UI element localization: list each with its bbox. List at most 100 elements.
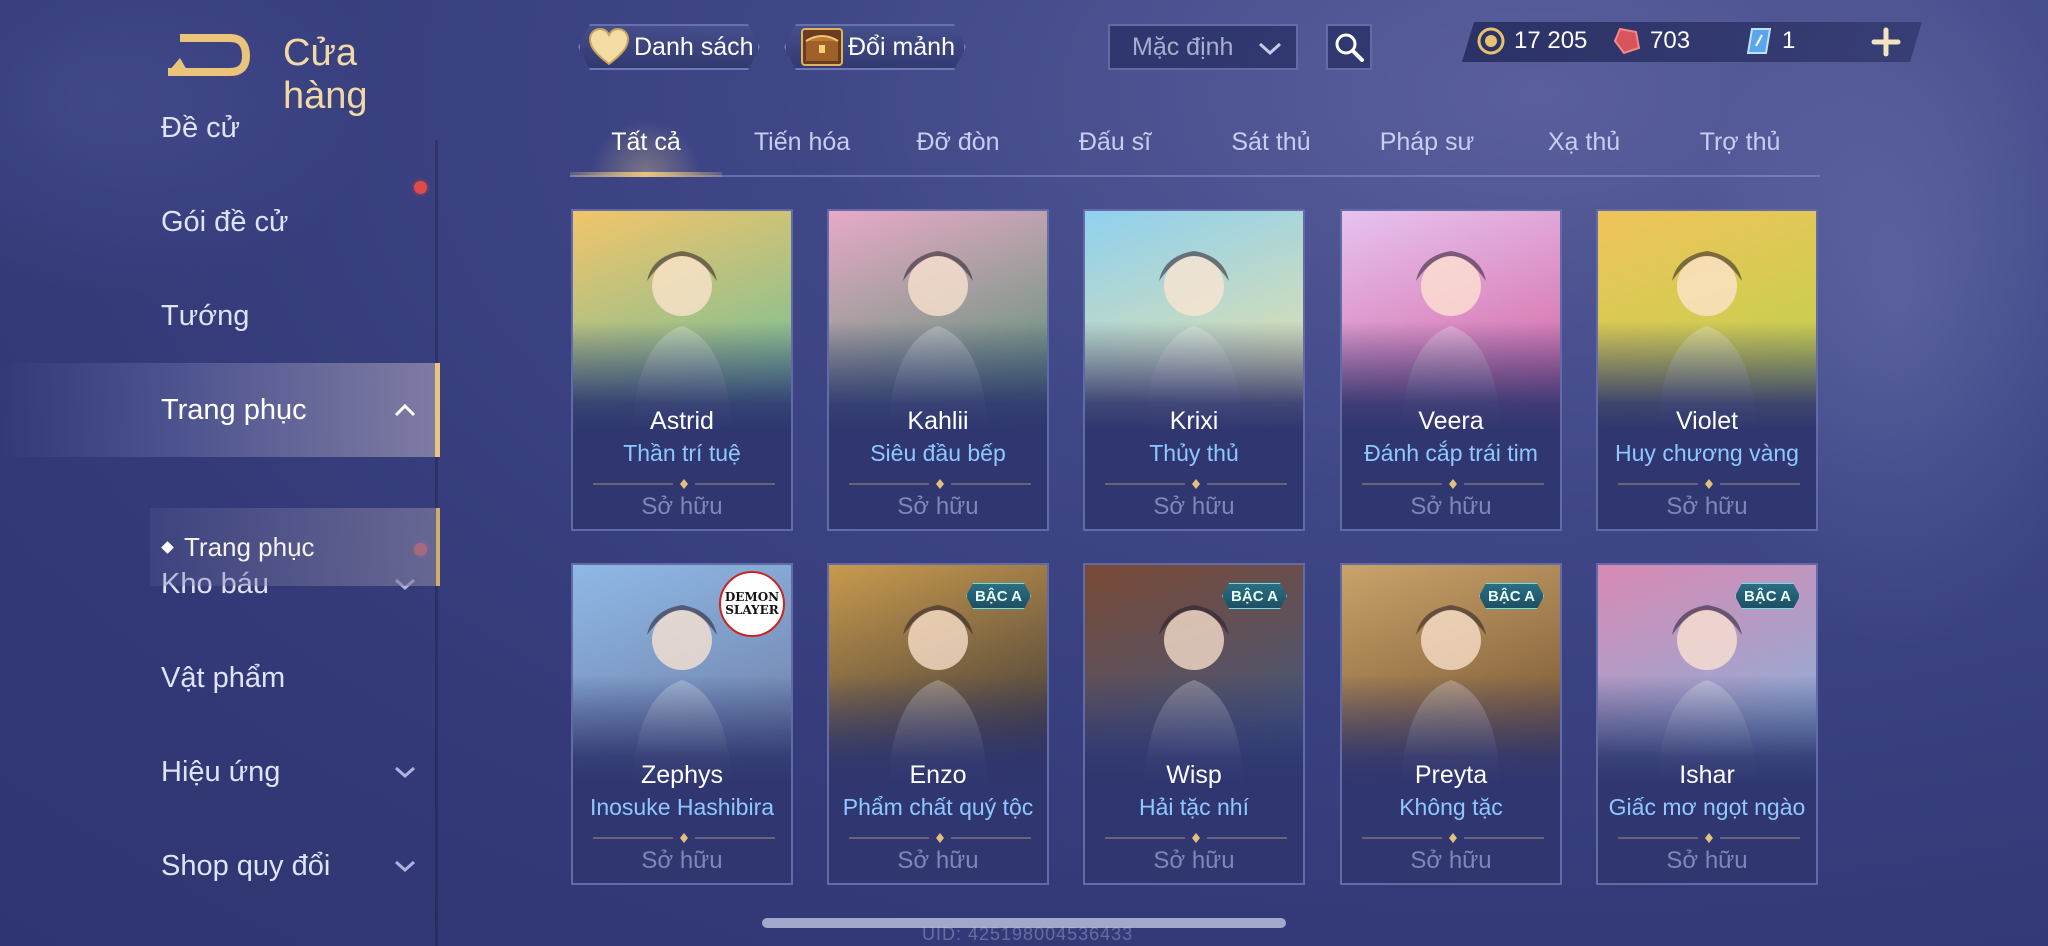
chevron-down-icon (395, 860, 415, 873)
hero-name: Violet (1675, 407, 1739, 435)
skin-card[interactable]: Kahlii Siêu đầu bếp Sở hữu (827, 209, 1049, 531)
tab-2[interactable]: Đỡ đòn (883, 128, 1033, 178)
sort-value: Mặc định (1132, 32, 1234, 61)
ownership-status: Sở hữu (1153, 493, 1235, 520)
exchange-shards-button[interactable]: Đổi mảnh (784, 24, 966, 70)
hero-name: Zephys (641, 761, 723, 789)
skin-name: Hải tặc nhí (1139, 794, 1249, 820)
hero-name: Enzo (909, 761, 967, 789)
tier-badge: BẬC A (1735, 583, 1800, 609)
sidebar-item-label: Tướng (161, 299, 250, 332)
heart-icon (588, 28, 630, 66)
hero-name: Preyta (1414, 761, 1488, 789)
sidebar-item-5[interactable]: Vật phẩm (0, 631, 440, 725)
tier-badge: BẬC A (966, 583, 1031, 609)
voucher-amount: 703 (1650, 27, 1691, 54)
ownership-status: Sở hữu (1666, 493, 1748, 520)
skin-name: Siêu đầu bếp (870, 440, 1006, 466)
ticket-amount: 1 (1782, 27, 1796, 54)
ownership-status: Sở hữu (897, 493, 979, 520)
sidebar-subitem-trang-phuc[interactable]: Trang phục (150, 508, 440, 586)
gold-amount: 17 205 (1514, 27, 1588, 54)
tier-badge: BẬC A (1479, 583, 1544, 609)
hero-name: Krixi (1169, 407, 1219, 435)
ownership-status: Sở hữu (897, 847, 979, 874)
divider-ornament-icon (849, 833, 1031, 843)
divider-ornament-icon (593, 479, 775, 489)
search-icon (1335, 33, 1364, 62)
tab-4[interactable]: Sát thủ (1196, 128, 1346, 178)
sidebar-item-label: Đề cử (161, 111, 241, 144)
skin-card[interactable]: BẬC A Enzo Phẩm chất quý tộc Sở hữu (827, 563, 1049, 885)
divider-ornament-icon (849, 479, 1031, 489)
add-currency-button[interactable] (1868, 22, 1904, 62)
skin-card[interactable]: Violet Huy chương vàng Sở hữu (1596, 209, 1818, 531)
ownership-status: Sở hữu (1410, 493, 1492, 520)
sidebar-subitem-label: Trang phục (184, 531, 315, 562)
skin-name: Phẩm chất quý tộc (842, 794, 1034, 820)
tab-6[interactable]: Xạ thủ (1509, 128, 1659, 178)
tab-3[interactable]: Đấu sĩ (1040, 128, 1190, 178)
skin-ticket-icon (1746, 28, 1772, 54)
search-button[interactable] (1326, 24, 1372, 70)
sidebar-item-1[interactable]: Gói đề cử (0, 175, 440, 269)
hero-name: Astrid (650, 407, 714, 435)
diamond-bullet-icon (161, 540, 174, 554)
divider-ornament-icon (593, 833, 775, 843)
skin-card[interactable]: BẬC A Wisp Hải tặc nhí Sở hữu (1083, 563, 1305, 885)
chevron-down-icon (1258, 42, 1282, 56)
skin-name: Thần trí tuệ (623, 440, 741, 466)
back-arrow-icon[interactable] (160, 28, 250, 78)
divider-ornament-icon (1618, 479, 1800, 489)
gold-currency: 17 205 (1476, 26, 1587, 56)
skin-card[interactable]: DEMON SLAYER Zephys Inosuke Hashibira Sở hữu (571, 563, 793, 885)
notification-dot (414, 181, 427, 194)
user-id: UID: 425198004536433 (922, 924, 1134, 944)
skin-card[interactable]: Krixi Thủy thủ Sở hữu (1083, 209, 1305, 531)
skin-name: Thủy thủ (1149, 440, 1239, 466)
sort-dropdown[interactable]: Mặc định (1108, 24, 1298, 70)
divider-ornament-icon (1105, 479, 1287, 489)
tier-badge: BẬC A (1222, 583, 1287, 609)
skin-card[interactable]: BẬC A Preyta Không tặc Sở hữu (1340, 563, 1562, 885)
treasure-chest-icon (800, 27, 844, 67)
tab-5[interactable]: Pháp sư (1352, 128, 1502, 178)
skin-card[interactable]: Astrid Thần trí tuệ Sở hữu (571, 209, 793, 531)
hero-name: Ishar (1679, 761, 1735, 789)
exchange-label: Đổi mảnh (848, 32, 955, 61)
gold-coin-icon (1477, 27, 1505, 55)
sidebar-item-label: Gói đề cử (161, 205, 289, 238)
tab-7[interactable]: Trợ thủ (1665, 128, 1815, 178)
divider-ornament-icon (1105, 833, 1287, 843)
sidebar: Cửa hàng Đề cửGói đề cửTướngTrang phụcKh… (0, 0, 440, 946)
skin-name: Không tặc (1399, 794, 1503, 820)
sidebar-item-label: Shop quy đổi (161, 849, 331, 882)
ownership-status: Sở hữu (641, 493, 723, 520)
sidebar-item-7[interactable]: Shop quy đổi (0, 819, 440, 913)
collab-logo-text: SLAYER (725, 603, 779, 617)
chevron-down-icon (395, 766, 415, 779)
ownership-status: Sở hữu (641, 847, 723, 874)
sidebar-item-2[interactable]: Tướng (0, 269, 440, 363)
chevron-up-icon (394, 403, 416, 417)
sidebar-item-label: Hiệu ứng (161, 755, 281, 788)
sidebar-item-6[interactable]: Hiệu ứng (0, 725, 440, 819)
sidebar-item-0[interactable]: Đề cử (0, 81, 440, 175)
tab-0[interactable]: Tất cả (571, 128, 721, 178)
hero-name: Veera (1418, 407, 1484, 435)
demon-slayer-logo: DEMON SLAYER (719, 571, 785, 637)
skin-name: Đánh cắp trái tim (1364, 440, 1538, 466)
hero-name: Kahlii (907, 407, 969, 435)
hero-name: Wisp (1166, 761, 1222, 789)
skin-name: Inosuke Hashibira (589, 794, 775, 820)
red-voucher-icon (1613, 27, 1641, 55)
skin-name: Giấc mơ ngọt ngào (1608, 794, 1806, 820)
wishlist-button[interactable]: Danh sách (578, 24, 760, 70)
skin-card[interactable]: BẬC A Ishar Giấc mơ ngọt ngào Sở hữu (1596, 563, 1818, 885)
divider-ornament-icon (1362, 479, 1544, 489)
tab-1[interactable]: Tiến hóa (727, 128, 877, 178)
voucher-currency: 703 (1612, 26, 1690, 56)
divider-ornament-icon (1618, 833, 1800, 843)
skin-card[interactable]: Veera Đánh cắp trái tim Sở hữu (1340, 209, 1562, 531)
sidebar-item-3[interactable]: Trang phục (0, 363, 440, 457)
